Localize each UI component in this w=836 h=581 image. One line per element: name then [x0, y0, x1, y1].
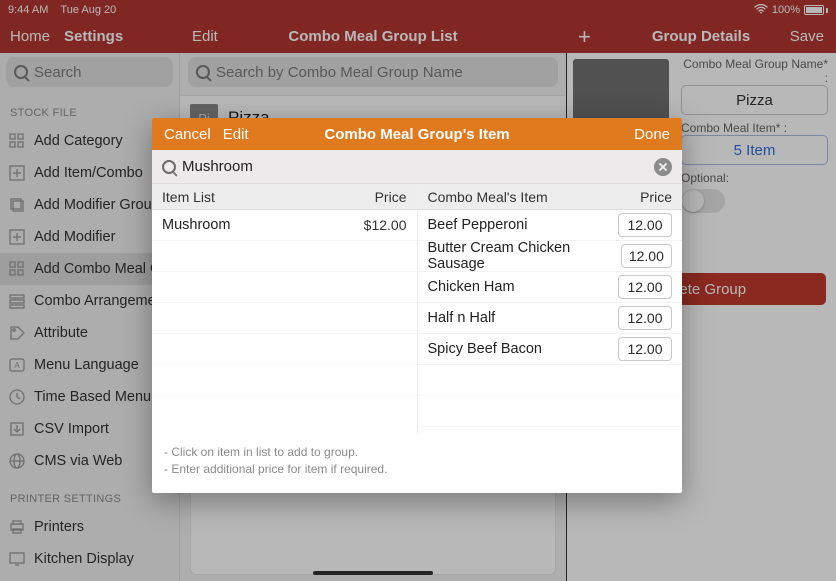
modal-search-value: Mushroom	[182, 158, 253, 175]
modal-cancel-button[interactable]: Cancel	[164, 126, 211, 143]
combo-item-price-input[interactable]: 12.00	[618, 213, 672, 237]
combo-item-price-input[interactable]: 12.00	[618, 306, 672, 330]
combo-item-row[interactable]: Chicken Ham 12.00	[418, 272, 683, 303]
combo-item-modal: Cancel Edit Combo Meal Group's Item Done…	[152, 118, 682, 493]
footer-hint-1: - Click on item in list to add to group.	[164, 444, 670, 461]
combo-item-header: Combo Meal's Item	[428, 189, 548, 205]
combo-item-row[interactable]: Beef Pepperoni 12.00	[418, 210, 683, 241]
item-price: $12.00	[364, 217, 407, 233]
combo-item-price-input[interactable]: 12.00	[618, 275, 672, 299]
clear-icon[interactable]	[654, 158, 672, 176]
combo-item-price-input[interactable]: 12.00	[621, 244, 672, 268]
combo-item-name: Butter Cream Chicken Sausage	[428, 240, 621, 272]
item-name: Mushroom	[162, 217, 231, 233]
modal-edit-button[interactable]: Edit	[223, 126, 249, 143]
price-header: Price	[640, 189, 672, 205]
combo-item-name: Chicken Ham	[428, 279, 515, 295]
combo-item-name: Spicy Beef Bacon	[428, 341, 542, 357]
modal-done-button[interactable]: Done	[634, 126, 670, 143]
item-list-header: Item List	[162, 189, 215, 205]
combo-item-name: Half n Half	[428, 310, 496, 326]
combo-item-row[interactable]: Half n Half 12.00	[418, 303, 683, 334]
footer-hint-2: - Enter additional price for item if req…	[164, 461, 670, 478]
modal-search[interactable]: Mushroom	[152, 150, 682, 184]
combo-item-row[interactable]: Spicy Beef Bacon 12.00	[418, 334, 683, 365]
item-list-row[interactable]: Mushroom $12.00	[152, 210, 417, 241]
combo-item-price-input[interactable]: 12.00	[618, 337, 672, 361]
price-header: Price	[375, 189, 407, 205]
combo-item-row[interactable]: Butter Cream Chicken Sausage12.00	[418, 241, 683, 272]
search-icon	[162, 160, 176, 174]
modal-title: Combo Meal Group's Item	[324, 126, 509, 143]
combo-item-name: Beef Pepperoni	[428, 217, 528, 233]
